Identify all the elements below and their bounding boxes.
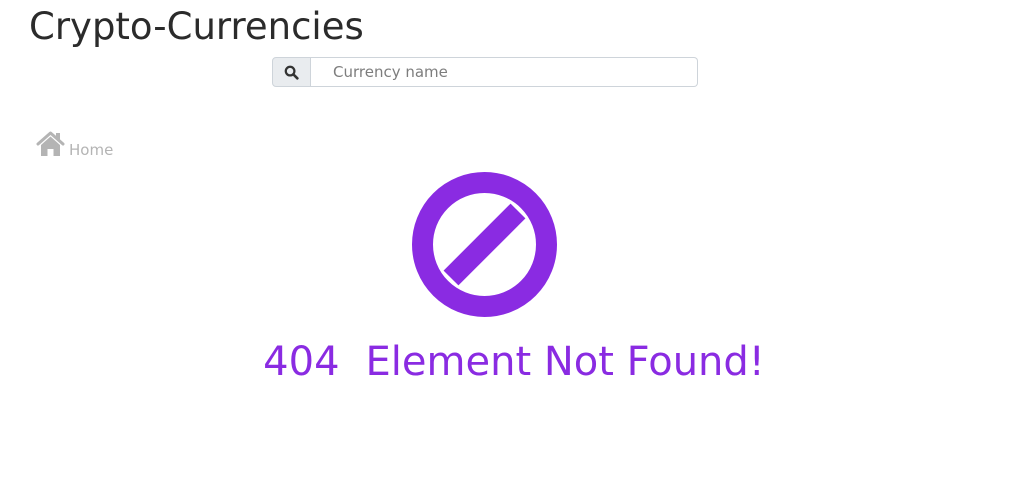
search-icon — [284, 65, 299, 80]
error-code: 404 — [263, 339, 340, 385]
error-text: Element Not Found! — [365, 339, 765, 385]
no-entry-icon — [412, 172, 557, 317]
search-button[interactable] — [272, 57, 311, 87]
error-message: 404 Element Not Found! — [0, 336, 1028, 388]
page-title: Crypto-Currencies — [29, 5, 364, 48]
search-input[interactable] — [311, 57, 698, 87]
home-label: Home — [69, 141, 114, 159]
home-icon — [36, 131, 65, 156]
home-link[interactable]: Home — [36, 131, 114, 159]
search-bar — [272, 57, 698, 87]
